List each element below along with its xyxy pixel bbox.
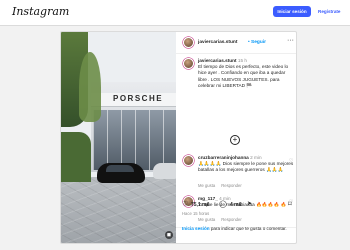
white-car [153, 163, 176, 179]
audio-toggle-icon[interactable]: ◼ [165, 231, 173, 239]
share-icon[interactable]: ➤ [247, 201, 252, 208]
window-frames [93, 110, 176, 170]
comment-bubble-icon[interactable]: ◯ [219, 201, 227, 208]
post-video[interactable]: PORSCHE ◼ [61, 32, 176, 243]
likes-count[interactable]: 75,1 mil [191, 202, 209, 208]
login-prompt-link[interactable]: Inicia sesión [182, 226, 210, 231]
porsche-sign: PORSCHE [113, 94, 164, 103]
tree-small [79, 52, 101, 122]
bookmark-icon[interactable]: ⌑ [288, 201, 292, 208]
black-car [97, 163, 145, 183]
plant [61, 132, 91, 182]
post-actions-area: ♡ 75,1 mil ◯ 4 mil ➤ ⌑ Hace 15 horas [175, 0, 297, 250]
instagram-logo[interactable]: Instagram [12, 5, 69, 18]
login-prompt: Inicia sesión para indicar que te gusta … [182, 226, 304, 231]
posted-time: Hace 15 horas [182, 211, 210, 216]
comments-count[interactable]: 4 mil [230, 202, 241, 208]
like-heart-icon[interactable]: ♡ [182, 201, 188, 208]
login-prompt-text: para indicar que te gusta o comentar. [209, 226, 287, 231]
paving-pattern [61, 177, 176, 243]
signup-link[interactable]: Regístrate [318, 6, 340, 17]
